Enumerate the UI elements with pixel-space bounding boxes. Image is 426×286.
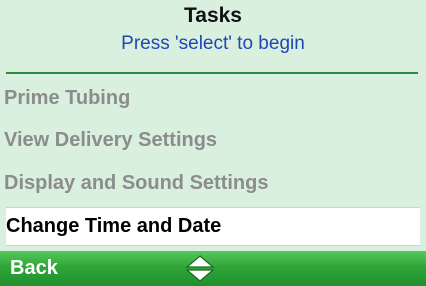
back-button[interactable]: Back (10, 251, 58, 286)
menu-item-prime-tubing[interactable]: Prime Tubing (0, 78, 426, 118)
menu-item-change-time-and-date[interactable]: Change Time and Date (6, 207, 420, 246)
page-title: Tasks (184, 4, 242, 27)
instruction-text: Press 'select' to begin (121, 33, 305, 54)
softkey-bar: Back (0, 251, 426, 286)
menu-item-display-and-sound-settings[interactable]: Display and Sound Settings (0, 163, 426, 203)
header-divider (6, 72, 418, 74)
menu-item-view-delivery-settings[interactable]: View Delivery Settings (0, 120, 426, 160)
device-screen: Tasks Press 'select' to begin Prime Tubi… (0, 0, 426, 286)
header: Tasks Press 'select' to begin (0, 0, 426, 76)
up-down-arrows-icon (185, 255, 215, 282)
